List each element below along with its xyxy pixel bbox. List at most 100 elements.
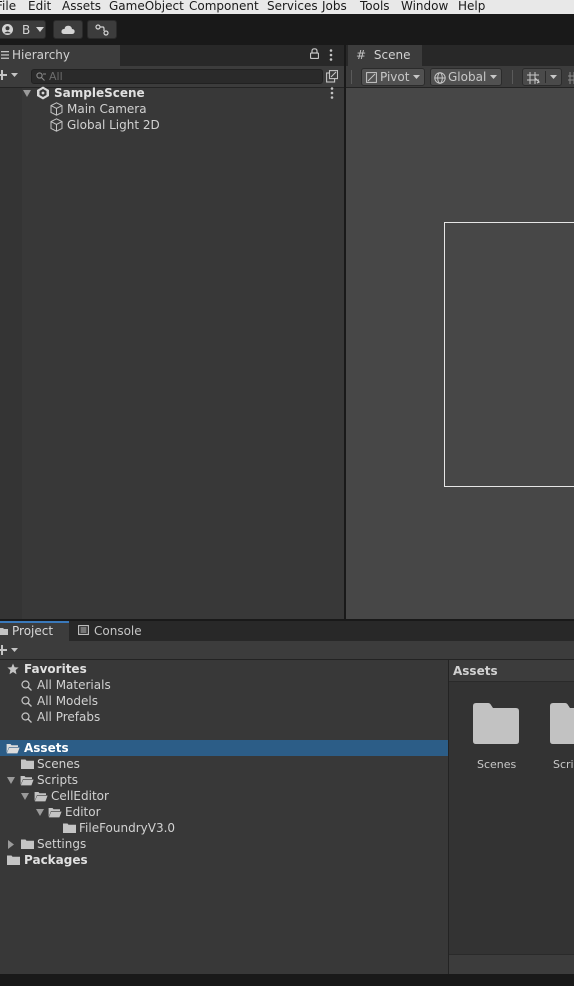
chevron-down-icon [11, 73, 18, 77]
bottom-tab-bar: Project Console [0, 621, 574, 641]
settings-label: Settings [37, 837, 87, 851]
gameobject-cube-icon [50, 102, 63, 116]
menu-jobs[interactable]: Jobs [322, 0, 347, 12]
tree-favorites[interactable]: Favorites [0, 661, 448, 677]
kebab-menu-icon[interactable] [329, 49, 333, 61]
tree-assets[interactable]: Assets [0, 740, 448, 756]
asset-label: Scenes [477, 758, 517, 771]
tree-favorite-item[interactable]: All Models [0, 693, 448, 709]
expand-arrow-icon[interactable] [36, 809, 44, 816]
grid-snap-dropdown[interactable] [522, 68, 562, 86]
tree-scenes[interactable]: Scenes [0, 756, 448, 772]
tree-scripts[interactable]: Scripts [0, 772, 448, 788]
pivot-icon [366, 72, 377, 83]
pivot-label: Pivot [380, 70, 410, 84]
project-toolbar [0, 641, 574, 660]
toolbar-grip [351, 70, 352, 84]
increment-snap-icon[interactable] [568, 72, 574, 84]
folder-icon [21, 759, 34, 769]
grid-snap-icon [527, 72, 540, 84]
create-dropdown[interactable] [0, 68, 21, 84]
plus-icon [0, 70, 7, 80]
collab-button[interactable] [87, 20, 117, 39]
search-icon [21, 696, 32, 707]
expand-arrow-icon[interactable] [21, 793, 29, 800]
hierarchy-row-scene[interactable]: SampleScene [0, 85, 344, 101]
folder-icon [473, 703, 519, 744]
hierarchy-search-input[interactable]: All [31, 69, 323, 84]
chevron-down-icon [36, 27, 45, 32]
open-folder-icon [20, 776, 34, 786]
scene-name: SampleScene [54, 86, 145, 100]
global-dropdown[interactable]: Global [430, 68, 502, 86]
menu-help[interactable]: Help [458, 0, 485, 12]
toolbar-separator [512, 70, 513, 84]
chevron-down-icon [11, 648, 18, 652]
tree-cell-editor[interactable]: CellEditor [0, 788, 448, 804]
hierarchy-row-main-camera[interactable]: Main Camera [0, 101, 344, 117]
hierarchy-tab-bar: Hierarchy [0, 45, 344, 66]
search-icon [36, 72, 46, 81]
scene-visibility-icon[interactable] [326, 70, 338, 83]
pivot-dropdown[interactable]: Pivot [361, 68, 425, 86]
menu-edit[interactable]: Edit [28, 0, 51, 12]
console-tab-label: Console [94, 624, 142, 638]
menu-services[interactable]: Services [267, 0, 318, 12]
menu-gameobject[interactable]: GameObject [109, 0, 184, 12]
packages-label: Packages [24, 853, 88, 867]
cloud-button[interactable] [53, 20, 83, 39]
open-folder-icon [6, 744, 20, 754]
project-folder-tree: Favorites All Materials All Models All P… [0, 660, 448, 974]
project-tab-label: Project [12, 624, 54, 638]
version-control-icon [95, 23, 109, 36]
chevron-down-icon [550, 75, 557, 79]
menu-component[interactable]: Component [189, 0, 259, 12]
expand-arrow-icon[interactable] [7, 777, 15, 784]
collapse-arrow-icon[interactable] [8, 840, 14, 849]
asset-item-scenes[interactable]: Scenes [469, 702, 523, 778]
menu-window[interactable]: Window [401, 0, 448, 12]
asset-item-scripts[interactable]: Scrip [546, 702, 574, 778]
assets-grid-pane: Assets Scenes Scrip [449, 660, 574, 974]
tree-settings[interactable]: Settings [0, 836, 448, 852]
menu-bar: File Edit Assets GameObject Component Se… [0, 0, 574, 14]
account-button[interactable]: B [0, 20, 46, 39]
scenes-label: Scenes [37, 757, 80, 771]
search-icon [21, 680, 32, 691]
account-label: B [22, 22, 31, 37]
hash-icon: # [356, 48, 367, 62]
object-name: Global Light 2D [67, 118, 160, 132]
menu-tools[interactable]: Tools [360, 0, 390, 12]
scene-viewport[interactable] [346, 88, 574, 620]
create-dropdown[interactable] [0, 643, 21, 658]
lock-icon[interactable] [310, 48, 319, 59]
tree-file-foundry[interactable]: FileFoundryV3.0 [0, 820, 448, 836]
folder-icon [63, 823, 76, 833]
scene-toolbar: Pivot Global [346, 66, 574, 88]
main-toolbar: B [0, 14, 574, 45]
chevron-down-icon [413, 75, 420, 79]
hierarchy-row-global-light[interactable]: Global Light 2D [0, 117, 344, 133]
tree-favorite-item[interactable]: All Prefabs [0, 709, 448, 725]
asset-label: Scrip [553, 758, 574, 771]
tree-editor[interactable]: Editor [0, 804, 448, 820]
tab-project[interactable]: Project [0, 621, 69, 641]
cloud-icon [61, 25, 75, 34]
tree-favorite-item[interactable]: All Materials [0, 677, 448, 693]
kebab-menu-icon[interactable] [330, 87, 334, 99]
editor-label: Editor [65, 805, 101, 819]
tab-hierarchy[interactable]: Hierarchy [0, 45, 120, 66]
favorite-label: All Prefabs [37, 710, 101, 724]
tab-console[interactable]: Console [70, 621, 150, 641]
menu-assets[interactable]: Assets [62, 0, 101, 12]
cell-editor-label: CellEditor [51, 789, 109, 803]
menu-file[interactable]: File [0, 0, 16, 12]
assets-footer [449, 954, 574, 974]
tab-scene[interactable]: # Scene [348, 45, 422, 66]
folder-icon [7, 855, 20, 865]
expand-arrow-icon[interactable] [23, 90, 31, 97]
tree-packages[interactable]: Packages [0, 852, 448, 868]
assets-breadcrumb[interactable]: Assets [449, 660, 574, 682]
favorites-label: Favorites [24, 662, 87, 676]
favorite-label: All Materials [37, 678, 111, 692]
